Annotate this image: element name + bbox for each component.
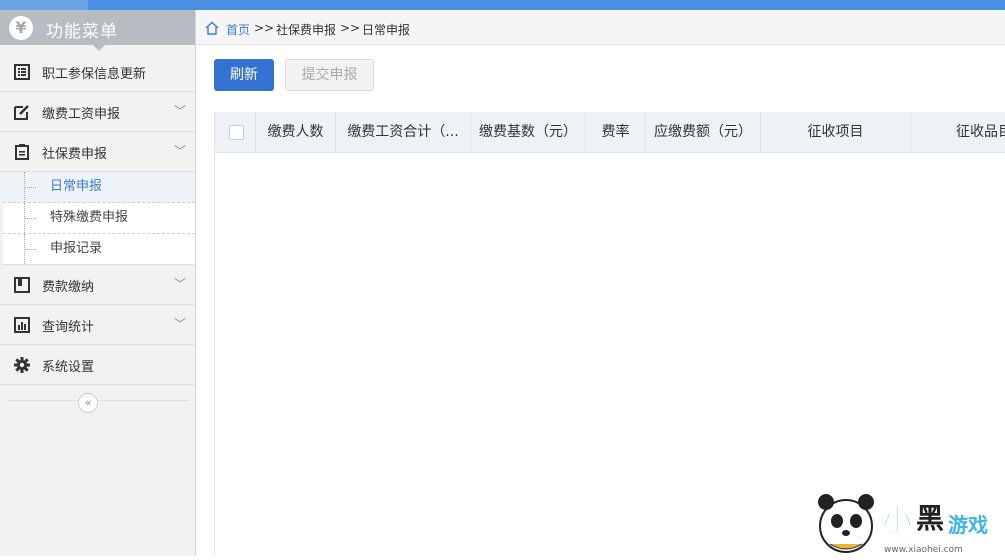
sidebar-item-label: 费款缴纳 [42,280,95,295]
sidebar-item-query-stats[interactable]: 查询统计 ﹀ [0,305,195,345]
tree-branch [24,249,36,250]
list-icon [14,64,30,80]
sidebar-header: ¥ 功能菜单 [0,10,195,51]
tree-branch [24,187,36,188]
column-header[interactable]: 征收项目 [761,112,911,152]
svg-text:黑: 黑 [916,502,944,535]
edit-icon [14,104,30,120]
sidebar: ¥ 功能菜单 职工参保信息更新 缴费工资申报 ﹀ 社保费申报 ﹀ 日常申报 特殊… [0,10,196,556]
column-header[interactable]: 应缴费额（元） [646,112,761,152]
collapse-sidebar-button[interactable]: « [78,393,98,413]
svg-text:游戏: 游戏 [948,513,988,537]
breadcrumb-level2: 日常申报 [362,23,411,37]
refresh-button[interactable]: 刷新 [214,59,274,91]
sidebar-item-label: 系统设置 [42,360,95,375]
chevron-down-icon: ﹀ [173,317,186,331]
submenu-item-label: 特殊缴费申报 [50,210,129,225]
gear-icon [14,357,30,373]
svg-text:www.xiaohei.com: www.xiaohei.com [884,545,963,555]
top-tab [0,0,88,10]
chevron-down-icon: ﹀ [173,144,186,158]
tree-branch [24,218,36,219]
column-header[interactable]: 缴费工资合计（... [336,112,471,152]
header-caret [92,44,106,51]
sidebar-item-label: 查询统计 [42,320,95,335]
sidebar-item-social-fee[interactable]: 社保费申报 ﹀ [0,132,195,172]
home-icon [205,21,219,39]
submit-declaration-button[interactable]: 提交申报 [285,59,374,91]
submenu-item-label: 申报记录 [50,241,103,256]
sidebar-item-employee-info[interactable]: 职工参保信息更新 [0,52,195,92]
submenu-item-daily-declare[interactable]: 日常申报 [3,172,195,203]
breadcrumb-level1[interactable]: 社保费申报 [276,21,336,38]
svg-text:小: 小 [882,503,912,538]
column-header[interactable]: 缴费基数（元） [471,112,586,152]
breadcrumb-separator: >> [254,21,275,35]
sidebar-item-label: 职工参保信息更新 [42,67,147,82]
grid-header: 缴费人数 缴费工资合计（... 缴费基数（元） 费率 应缴费额（元） 征收项目 … [215,112,1005,153]
chart-icon [14,317,30,333]
select-all-cell [215,112,256,152]
clipboard-icon [14,144,30,160]
submenu-item-special-declare[interactable]: 特殊缴费申报 [3,203,195,234]
column-header[interactable]: 征收品目 [911,112,1005,152]
yen-icon: ¥ [9,16,33,40]
submenu-item-declare-records[interactable]: 申报记录 [3,234,195,264]
select-all-checkbox[interactable] [229,125,244,140]
chevron-down-icon: ﹀ [173,277,186,291]
breadcrumb-separator: >> [340,21,361,35]
column-header[interactable]: 缴费人数 [256,112,336,152]
top-bar [0,0,1005,10]
sidebar-item-settings[interactable]: 系统设置 [0,345,195,385]
submenu-item-label: 日常申报 [50,179,103,194]
sidebar-item-label: 缴费工资申报 [42,107,121,122]
chevron-down-icon: ﹀ [173,104,186,118]
book-icon [14,277,30,293]
breadcrumb-home-link[interactable]: 首页 [226,21,250,38]
collapse-divider [7,400,189,401]
sidebar-item-label: 社保费申报 [42,147,108,162]
sidebar-title: 功能菜单 [46,22,118,42]
breadcrumb: 首页 >> 社保费申报 >> 日常申报 [196,10,1005,45]
submenu-social-fee: 日常申报 特殊缴费申报 申报记录 [0,172,195,265]
sidebar-item-wage-declare[interactable]: 缴费工资申报 ﹀ [0,92,195,132]
watermark-logo: 小 黑 游戏 www.xiaohei.com [812,488,1005,556]
sidebar-item-payment[interactable]: 费款缴纳 ﹀ [0,265,195,305]
column-header[interactable]: 费率 [586,112,646,152]
